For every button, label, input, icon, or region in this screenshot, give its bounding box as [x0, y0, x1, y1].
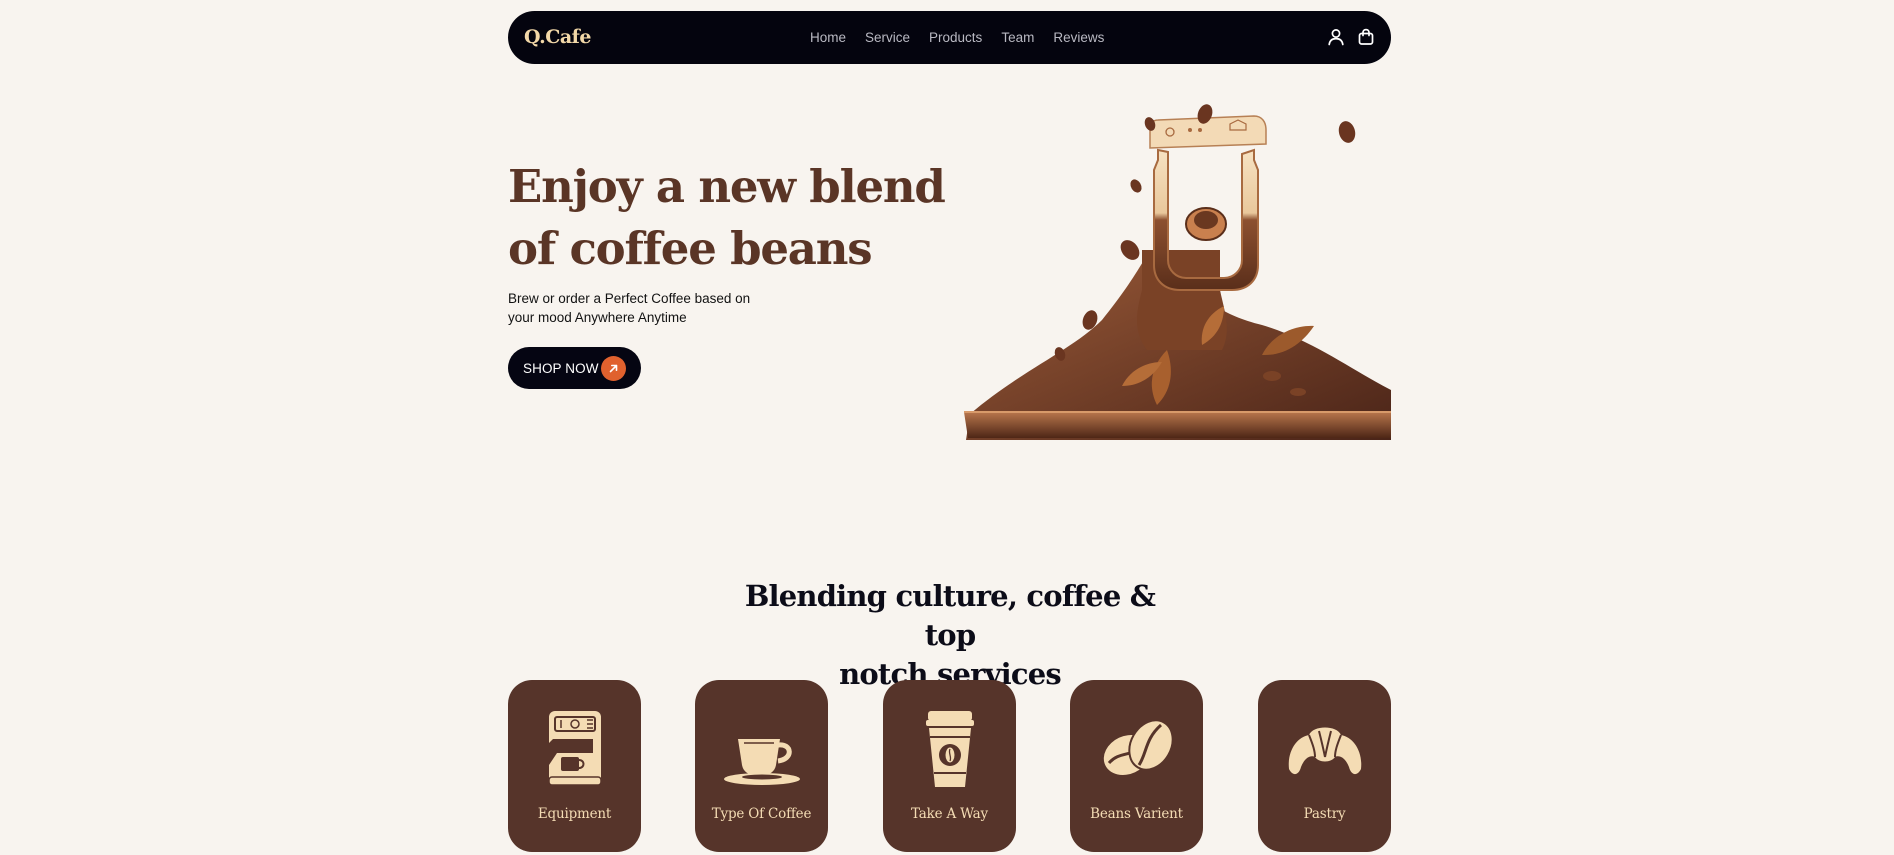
service-card-label: Equipment	[537, 806, 612, 822]
user-icon[interactable]	[1326, 27, 1346, 47]
nav-link-service[interactable]: Service	[865, 30, 910, 45]
shop-now-label: SHOP NOW	[523, 360, 599, 376]
hero-subtitle-line-2: your mood Anywhere Anytime	[508, 310, 687, 325]
espresso-machine-icon	[548, 711, 602, 786]
nav-link-team[interactable]: Team	[1001, 30, 1034, 45]
coffee-cup-icon	[724, 739, 800, 785]
service-card-type-of-coffee[interactable]: Type Of Coffee	[695, 680, 828, 852]
shopping-bag-icon[interactable]	[1356, 27, 1376, 47]
service-card-label: Beans Varient	[1090, 806, 1183, 822]
takeaway-cup-icon	[926, 711, 974, 787]
hero-title: Enjoy a new blend of coffee beans	[508, 156, 948, 280]
service-card-equipment[interactable]: Equipment	[508, 680, 641, 852]
nav-links: Home Service Products Team Reviews	[810, 11, 1104, 64]
service-card-pastry[interactable]: Pastry	[1258, 680, 1391, 852]
arrow-up-right-icon	[601, 356, 626, 381]
page-container: Q.Cafe Home Service Products Team Review…	[508, 0, 1391, 855]
nav-link-products[interactable]: Products	[929, 30, 982, 45]
hero-subtitle: Brew or order a Perfect Coffee based on …	[508, 289, 778, 327]
nav-link-reviews[interactable]: Reviews	[1053, 30, 1104, 45]
service-card-label: Type Of Coffee	[711, 806, 812, 822]
services-title: Blending culture, coffee & top notch ser…	[720, 577, 1180, 694]
hero-title-line-1: Enjoy a new blend	[508, 160, 946, 213]
services-title-line-1: Blending culture, coffee & top	[744, 579, 1156, 652]
croissant-icon	[1288, 727, 1362, 775]
service-card-beans-varient[interactable]: Beans Varient	[1070, 680, 1203, 852]
hero-title-line-2: of coffee beans	[508, 222, 873, 275]
navbar: Q.Cafe Home Service Products Team Review…	[508, 11, 1391, 64]
service-card-label: Pastry	[1303, 806, 1346, 822]
shop-now-button[interactable]: SHOP NOW	[508, 347, 641, 389]
coffee-grinder-illustration	[964, 104, 1391, 440]
nav-link-home[interactable]: Home	[810, 30, 846, 45]
coffee-beans-icon	[1103, 719, 1174, 775]
hero-subtitle-line-1: Brew or order a Perfect Coffee based on	[508, 291, 751, 306]
logo[interactable]: Q.Cafe	[524, 26, 591, 48]
service-card-take-a-way[interactable]: Take A Way	[883, 680, 1016, 852]
service-card-label: Take A Way	[911, 806, 988, 822]
